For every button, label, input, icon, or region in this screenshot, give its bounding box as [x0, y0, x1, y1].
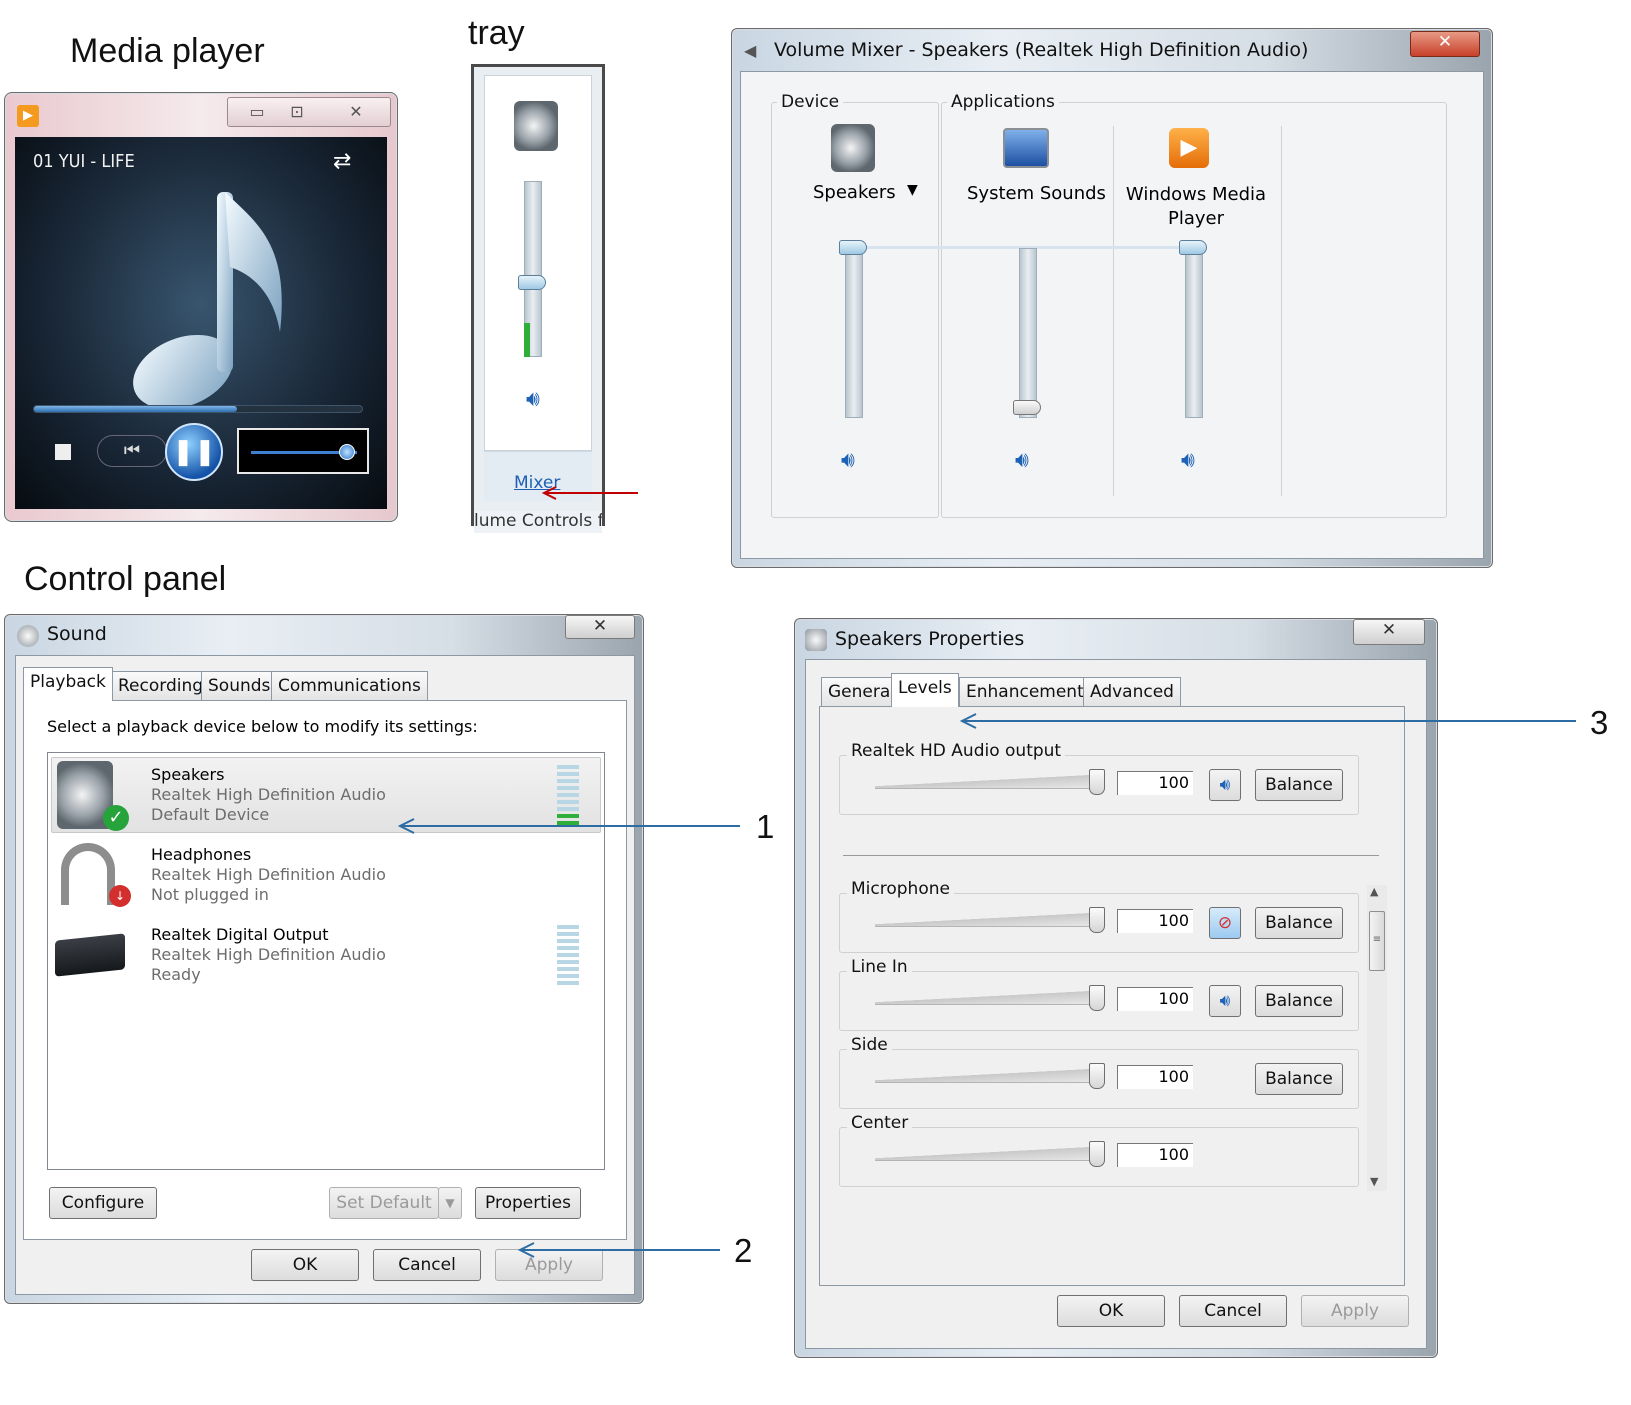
tab-playback[interactable]: Playback [23, 667, 113, 701]
annotation-lines [397, 713, 1576, 1258]
annotation-number: 3 [1590, 704, 1609, 741]
tab-levels[interactable]: Levels [891, 673, 959, 707]
annotation-number: 1 [756, 808, 775, 845]
annotation-number: 2 [734, 1232, 753, 1269]
